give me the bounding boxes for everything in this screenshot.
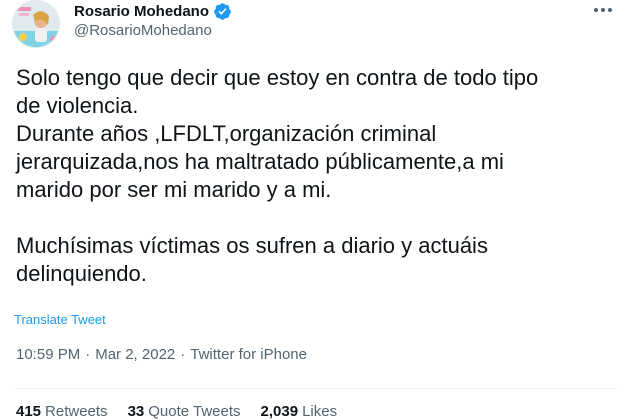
meta-separator: ·: [85, 346, 91, 363]
tweet-time[interactable]: 10:59 PM: [16, 346, 80, 363]
author-handle[interactable]: @RosarioMohedano: [74, 22, 212, 39]
verified-badge-icon: [214, 2, 231, 20]
quotes-label: Quote Tweets: [148, 403, 241, 420]
tweet-metadata: 10:59 PM · Mar 2, 2022 · Twitter for iPh…: [16, 346, 307, 363]
tweet-source[interactable]: Twitter for iPhone: [190, 346, 307, 363]
translate-tweet-link[interactable]: Translate Tweet: [14, 312, 106, 327]
author-display-name[interactable]: Rosario Mohedano: [74, 3, 209, 20]
more-options-icon[interactable]: [590, 0, 616, 20]
tweet-date[interactable]: Mar 2, 2022: [95, 346, 175, 363]
likes-count: 2,039: [260, 403, 299, 420]
avatar[interactable]: [12, 0, 60, 48]
retweets-count: 415: [16, 403, 42, 420]
quotes-count: 33: [127, 403, 145, 420]
meta-separator: ·: [180, 346, 186, 363]
avatar-image: [13, 1, 59, 47]
retweets-label: Retweets: [45, 403, 108, 420]
quote-tweets-stat[interactable]: 33 Quote Tweets: [128, 403, 241, 420]
more-dots: [594, 8, 612, 12]
likes-label: Likes: [302, 403, 338, 420]
author-name-row: Rosario Mohedano: [74, 0, 232, 22]
tweet-stats: 415 Retweets 33 Quote Tweets 2,039 Likes: [16, 403, 357, 420]
divider: [14, 388, 618, 389]
tweet-text: Solo tengo que decir que estoy en contra…: [16, 65, 539, 286]
retweets-stat[interactable]: 415 Retweets: [16, 403, 108, 420]
tweet-header: Rosario Mohedano @RosarioMohedano: [12, 0, 618, 52]
likes-stat[interactable]: 2,039 Likes: [261, 403, 338, 420]
